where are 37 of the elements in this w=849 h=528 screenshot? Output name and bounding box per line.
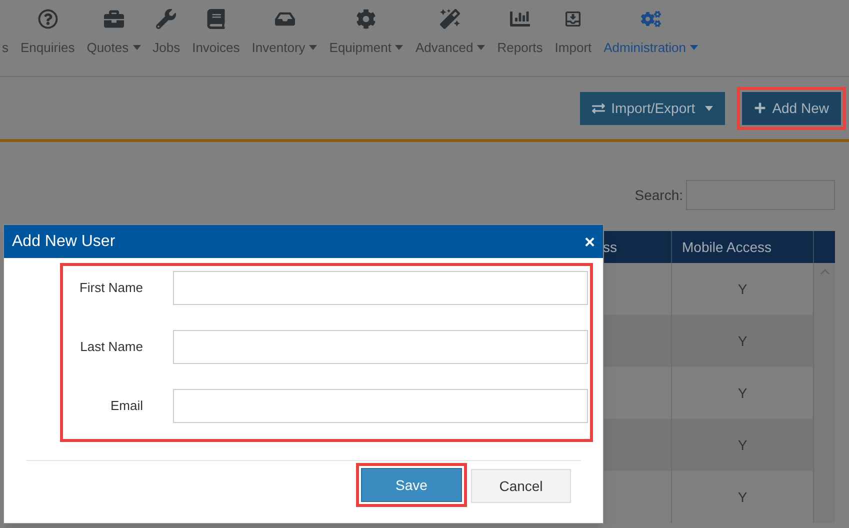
swap-icon xyxy=(592,102,606,114)
wrench-icon xyxy=(156,9,176,29)
field-label: Email xyxy=(109,397,143,416)
plus-icon xyxy=(754,102,766,114)
dialog-title: Add New User xyxy=(12,232,116,252)
nav-item[interactable]: Jobs xyxy=(146,6,186,58)
field-label: Last Name xyxy=(79,338,143,356)
bar-chart-icon xyxy=(510,9,530,29)
close-button[interactable]: × xyxy=(584,232,595,250)
field-label: First Name xyxy=(78,279,143,298)
nav-item[interactable]: Import xyxy=(548,6,598,58)
book-icon xyxy=(206,9,226,29)
text-field[interactable] xyxy=(173,330,588,364)
nav-item[interactable]: Equipment xyxy=(323,6,410,58)
text-field[interactable] xyxy=(173,271,588,305)
nav-item[interactable]: Enquiries xyxy=(14,6,81,58)
gear-icon xyxy=(356,9,376,29)
search-label: Search: xyxy=(634,186,683,204)
briefcase-icon xyxy=(104,9,124,29)
caret-icon xyxy=(705,106,714,110)
question-icon xyxy=(38,9,58,29)
save-button[interactable]: Save xyxy=(361,468,462,502)
nav-item[interactable]: Quotes xyxy=(80,6,147,58)
scrollbar[interactable] xyxy=(814,263,835,523)
nav-item[interactable]: Advanced xyxy=(409,6,492,58)
text-field[interactable] xyxy=(173,389,588,423)
gears-icon xyxy=(640,9,661,29)
nav-item[interactable]: Inventory xyxy=(246,6,324,58)
nav-item[interactable]: s xyxy=(0,6,14,58)
nav-item[interactable]: Invoices xyxy=(186,6,246,58)
nav-item[interactable]: Reports xyxy=(491,6,549,58)
cancel-button[interactable]: Cancel xyxy=(471,469,571,503)
import-icon xyxy=(563,9,584,29)
nav-item[interactable]: Administration xyxy=(598,6,704,58)
import-export-button[interactable]: Import/Export xyxy=(580,92,726,124)
magic-wand-icon xyxy=(440,9,460,29)
add-new-button[interactable]: Add New xyxy=(742,92,841,124)
